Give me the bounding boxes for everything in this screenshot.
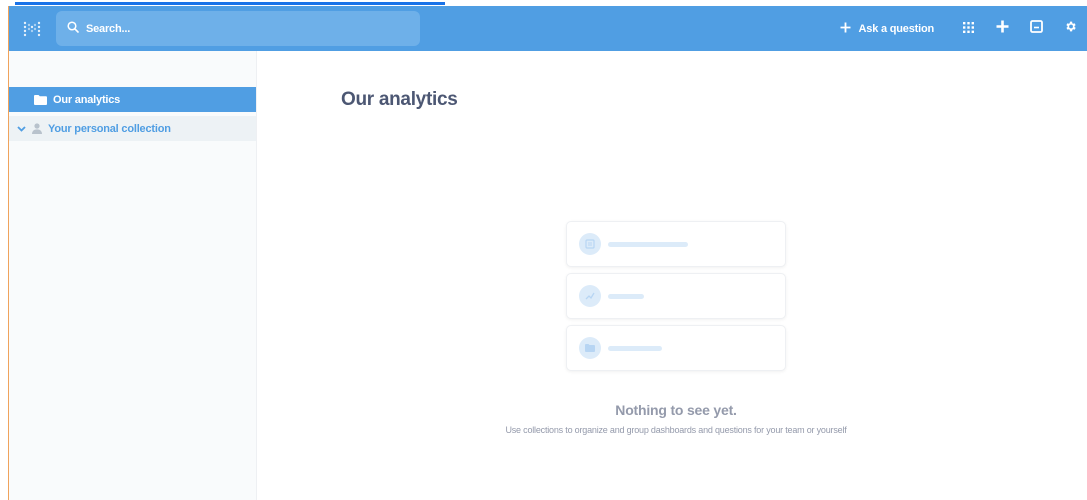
- ask-question-button[interactable]: Ask a question: [840, 22, 934, 36]
- collection-sidebar: Our analytics Your personal collection: [9, 51, 257, 500]
- settings-button[interactable]: [1053, 6, 1087, 51]
- gear-icon: [1064, 20, 1077, 38]
- search-placeholder: Search...: [86, 22, 131, 35]
- create-new-button[interactable]: [985, 6, 1019, 51]
- nav-actions: Ask a question: [840, 6, 1087, 51]
- navbar: Search... Ask a question: [9, 6, 1087, 51]
- page-title: Our analytics: [341, 89, 458, 110]
- sidebar-item-label: Our analytics: [53, 93, 121, 106]
- placeholder-card-question: [566, 273, 786, 319]
- grid-icon: [962, 20, 974, 38]
- ask-question-label: Ask a question: [858, 22, 935, 35]
- plus-icon: [840, 22, 851, 36]
- placeholder-card-dashboard: [566, 221, 786, 267]
- dashboard-icon: [579, 233, 601, 255]
- sidebar-item-personal-collection[interactable]: Your personal collection: [9, 116, 256, 141]
- folder-icon: [34, 94, 47, 105]
- sidebar-item-our-analytics[interactable]: Our analytics: [9, 87, 256, 112]
- sidebar-item-label: Your personal collection: [48, 122, 171, 135]
- left-border: [0, 6, 9, 500]
- plus-icon: [996, 20, 1009, 38]
- placeholder-line: [608, 345, 662, 351]
- empty-state-title: Nothing to see yet.: [615, 402, 737, 418]
- empty-state-subtitle: Use collections to organize and group da…: [505, 425, 847, 435]
- search-icon: [67, 20, 79, 38]
- line-chart-icon: [579, 285, 601, 307]
- link-underline: [15, 2, 445, 5]
- placeholder-line: [608, 241, 688, 247]
- person-icon: [32, 123, 42, 134]
- activity-button[interactable]: [1019, 6, 1053, 51]
- chevron-down-icon[interactable]: [17, 125, 26, 132]
- metabase-logo-icon[interactable]: [9, 6, 55, 51]
- collection-content: Our analytics Nothing to see yet. Use co…: [257, 51, 1087, 500]
- placeholder-line: [608, 293, 644, 299]
- folder-icon: [579, 337, 601, 359]
- placeholder-card-collection: [566, 325, 786, 371]
- inbox-icon: [1029, 19, 1043, 38]
- browse-data-button[interactable]: [951, 6, 985, 51]
- search-input[interactable]: Search...: [56, 11, 420, 46]
